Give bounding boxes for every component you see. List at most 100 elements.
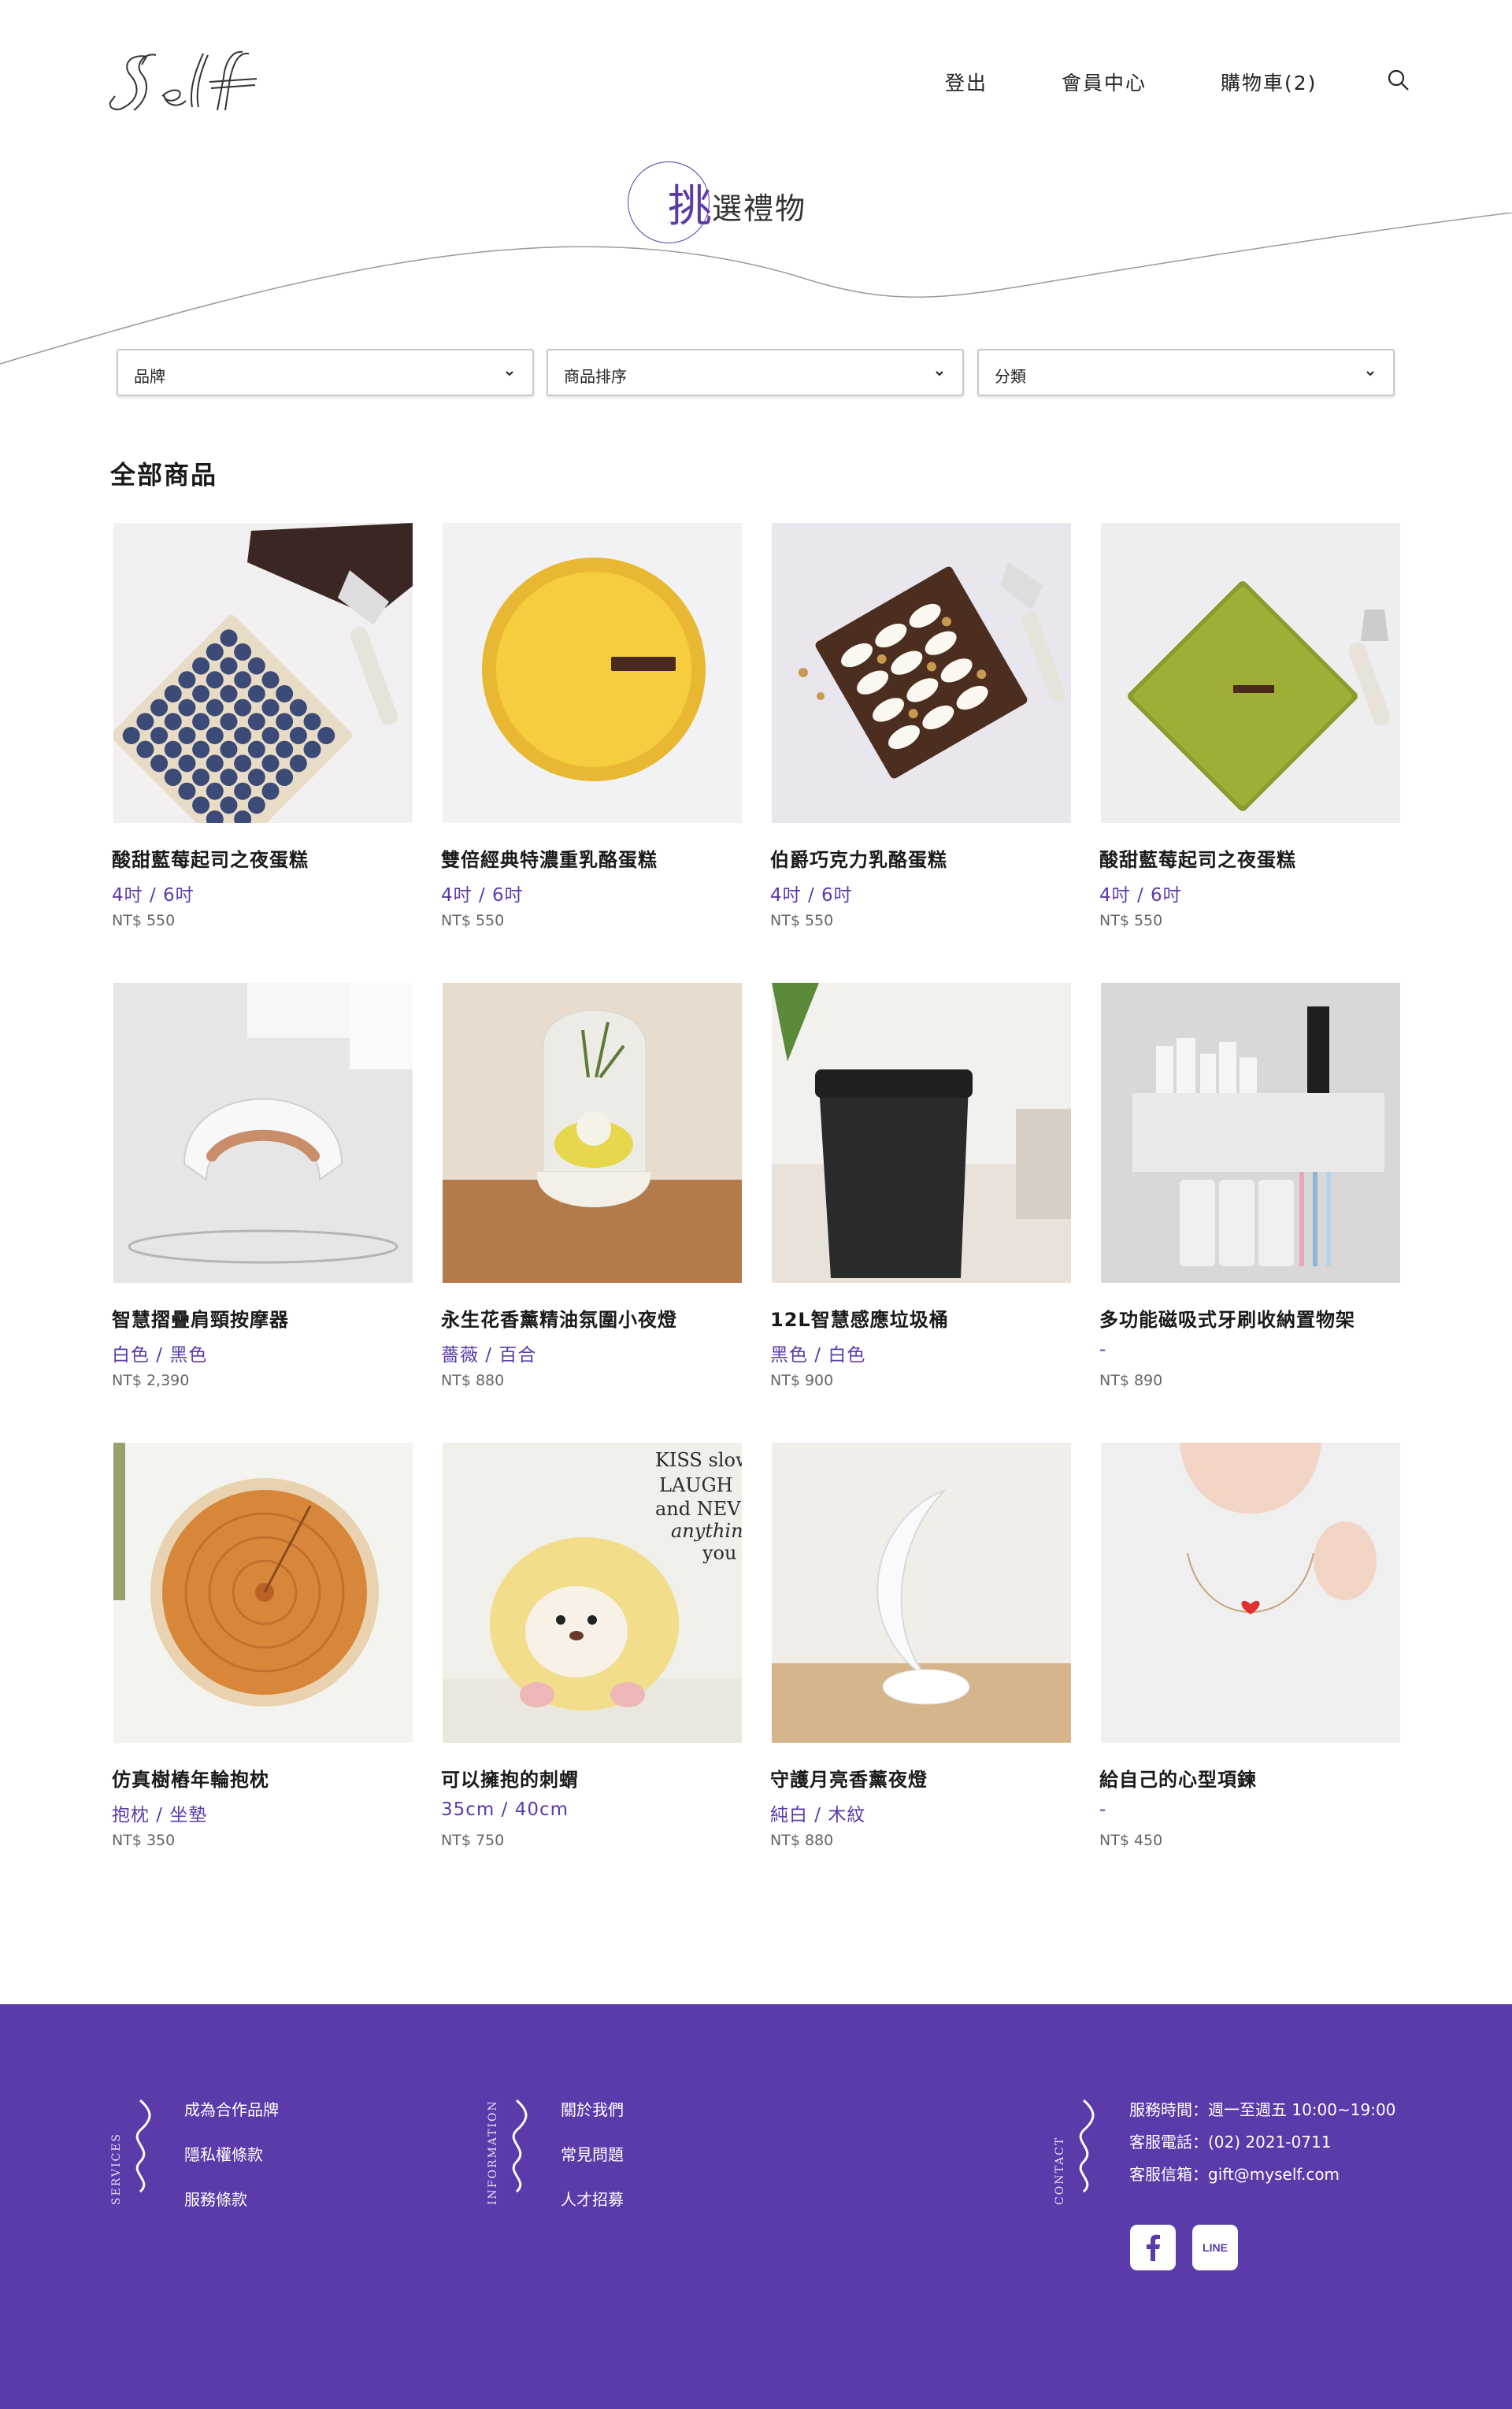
brand-filter-select[interactable]: 品牌 (117, 349, 534, 396)
footer-service-phone: 客服電話：(02) 2021-0711 (1129, 2133, 1332, 2151)
product-spec: 抱枕 / 坐墊 (112, 1805, 208, 1825)
svg-text:and NEVE: and NEVE (655, 1498, 742, 1520)
footer-link-privacy[interactable]: 隱私權條款 (184, 2144, 279, 2188)
search-icon[interactable] (1386, 68, 1411, 93)
product-card[interactable]: 酸甜藍莓起司之夜蛋糕 4吋 / 6吋 NT$ 550 (1098, 523, 1400, 964)
footer-service-hours: 服務時間：週一至週五 10:00~19:00 (1129, 2100, 1396, 2119)
svg-text:LAUGH: LAUGH (659, 1474, 733, 1496)
product-price: NT$ 350 (112, 1832, 176, 1849)
section-title: 全部商品 (110, 460, 218, 490)
main-nav: 登出 會員中心 購物車(2) (929, 68, 1418, 99)
filter-bar: 品牌 商品排序 分類 (117, 349, 1395, 396)
product-image-flower-night-light[interactable] (443, 983, 742, 1283)
product-name[interactable]: 給自己的心型項鍊 (1099, 1764, 1257, 1792)
product-name[interactable]: 酸甜藍莓起司之夜蛋糕 (112, 844, 309, 872)
product-card[interactable]: 12L智慧感應垃圾桶 黑色 / 白色 NT$ 900 (769, 983, 1071, 1424)
brand-filter-label: 品牌 (134, 367, 165, 386)
category-filter-select[interactable]: 分類 (977, 349, 1395, 396)
footer-link-faq[interactable]: 常見問題 (561, 2144, 624, 2188)
product-name[interactable]: 智慧摺疊肩頸按摩器 (112, 1304, 289, 1332)
svg-text:you S: you S (702, 1542, 742, 1564)
product-image-cheesecake[interactable] (443, 523, 742, 823)
product-price: NT$ 880 (441, 1372, 505, 1389)
product-card[interactable]: 雙倍經典特濃重乳酪蛋糕 4吋 / 6吋 NT$ 550 (439, 523, 742, 964)
category-filter-label: 分類 (995, 367, 1026, 386)
product-image-neck-massager[interactable] (113, 983, 413, 1283)
footer-link-partner-brand[interactable]: 成為合作品牌 (184, 2099, 279, 2144)
product-spec: 4吋 / 6吋 (112, 885, 195, 906)
product-price: NT$ 550 (1099, 912, 1163, 929)
footer-link-careers[interactable]: 人才招募 (561, 2188, 624, 2233)
product-name[interactable]: 仿真樹樁年輪抱枕 (112, 1764, 269, 1792)
product-card[interactable]: 伯爵巧克力乳酪蛋糕 4吋 / 6吋 NT$ 550 (769, 523, 1071, 964)
product-name[interactable]: 永生花香薰精油氛圍小夜燈 (441, 1304, 677, 1332)
product-spec: - (1099, 1340, 1107, 1360)
product-spec: 4吋 / 6吋 (1099, 885, 1182, 906)
svg-text:anything: anything (671, 1520, 742, 1542)
product-card[interactable]: KISS slow LAUGH and NEVE anything you S … (439, 1443, 742, 1884)
product-name[interactable]: 守護月亮香薰夜燈 (770, 1764, 928, 1792)
product-name[interactable]: 多功能磁吸式牙刷收納置物架 (1099, 1304, 1355, 1332)
product-card[interactable]: 酸甜藍莓起司之夜蛋糕 4吋 / 6吋 NT$ 550 (110, 523, 413, 964)
nav-cart-link[interactable]: 購物車(2) (1221, 68, 1317, 96)
product-image-chocolate-cake[interactable] (772, 523, 1071, 823)
squiggle-icon (1079, 2099, 1095, 2193)
product-price: NT$ 900 (770, 1372, 834, 1389)
product-image-trash-can[interactable] (772, 983, 1071, 1283)
product-name[interactable]: 酸甜藍莓起司之夜蛋糕 (1099, 844, 1296, 872)
product-card[interactable]: 守護月亮香薰夜燈 純白 / 木紋 NT$ 880 (769, 1443, 1071, 1884)
footer-services-title: SERVICES (110, 2132, 123, 2205)
squiggle-icon (135, 2099, 151, 2193)
product-card[interactable]: 給自己的心型項鍊 - NT$ 450 (1098, 1443, 1400, 1884)
nav-member-center-link[interactable]: 會員中心 (1062, 68, 1147, 96)
chevron-down-icon (1366, 371, 1374, 376)
product-spec: 4吋 / 6吋 (441, 885, 524, 906)
footer-service-email: 客服信箱：gift@myself.com (1129, 2165, 1340, 2184)
product-price: NT$ 750 (441, 1832, 505, 1849)
svg-text:KISS slow: KISS slow (655, 1449, 742, 1471)
sort-filter-label: 商品排序 (564, 367, 627, 386)
facebook-icon[interactable] (1130, 2225, 1176, 2270)
line-icon-label: LINE (1203, 2241, 1228, 2254)
page-title-text: 選禮物 (712, 191, 807, 226)
line-icon[interactable]: LINE (1192, 2225, 1238, 2270)
nav-logout-link[interactable]: 登出 (945, 68, 988, 96)
product-spec: 薔薇 / 百合 (441, 1345, 537, 1366)
product-card[interactable]: 永生花香薰精油氛圍小夜燈 薔薇 / 百合 NT$ 880 (439, 983, 742, 1424)
footer-link-terms[interactable]: 服務條款 (184, 2188, 279, 2233)
product-name[interactable]: 雙倍經典特濃重乳酪蛋糕 (441, 844, 658, 872)
product-card[interactable]: 智慧摺疊肩頸按摩器 白色 / 黑色 NT$ 2,390 (110, 983, 413, 1424)
product-image-tree-pillow[interactable] (113, 1443, 413, 1743)
product-price: NT$ 880 (770, 1832, 834, 1849)
page-title: 挑選禮物 (668, 180, 806, 235)
product-price: NT$ 890 (1099, 1372, 1163, 1389)
product-name[interactable]: 可以擁抱的刺蝟 (441, 1764, 579, 1792)
product-price: NT$ 550 (112, 912, 176, 929)
site-header: 登出 會員中心 購物車(2) (0, 0, 1512, 158)
product-price: NT$ 450 (1099, 1832, 1163, 1849)
footer-contact-title: CONTACT (1054, 2136, 1066, 2205)
sort-filter-select[interactable]: 商品排序 (547, 349, 964, 396)
chevron-down-icon (936, 371, 943, 376)
product-spec: 純白 / 木紋 (770, 1805, 866, 1825)
product-image-hedgehog-plush[interactable]: KISS slow LAUGH and NEVE anything you S (443, 1443, 742, 1743)
site-logo[interactable] (107, 47, 277, 118)
product-name[interactable]: 伯爵巧克力乳酪蛋糕 (770, 844, 947, 872)
product-image-heart-necklace[interactable] (1101, 1443, 1400, 1743)
product-image-toothbrush-holder[interactable] (1101, 983, 1400, 1283)
product-image-moon-lamp[interactable] (772, 1443, 1071, 1743)
squiggle-icon (512, 2099, 528, 2193)
product-spec: - (1099, 1799, 1107, 1820)
chevron-down-icon (506, 371, 513, 376)
product-card[interactable]: 仿真樹樁年輪抱枕 抱枕 / 坐墊 NT$ 350 (110, 1443, 413, 1884)
product-name[interactable]: 12L智慧感應垃圾桶 (770, 1304, 949, 1332)
product-spec: 黑色 / 白色 (770, 1345, 866, 1366)
product-image-matcha-cake[interactable] (1101, 523, 1400, 823)
site-footer: SERVICES 成為合作品牌 隱私權條款 服務條款 INFORMATION 關… (0, 2004, 1512, 2409)
product-image-blueberry-cake[interactable] (113, 523, 413, 823)
footer-information-title: INFORMATION (487, 2100, 499, 2205)
footer-link-about[interactable]: 關於我們 (561, 2099, 624, 2144)
product-spec: 4吋 / 6吋 (770, 885, 853, 906)
product-price: NT$ 550 (441, 912, 505, 929)
product-card[interactable]: 多功能磁吸式牙刷收納置物架 - NT$ 890 (1098, 983, 1400, 1424)
